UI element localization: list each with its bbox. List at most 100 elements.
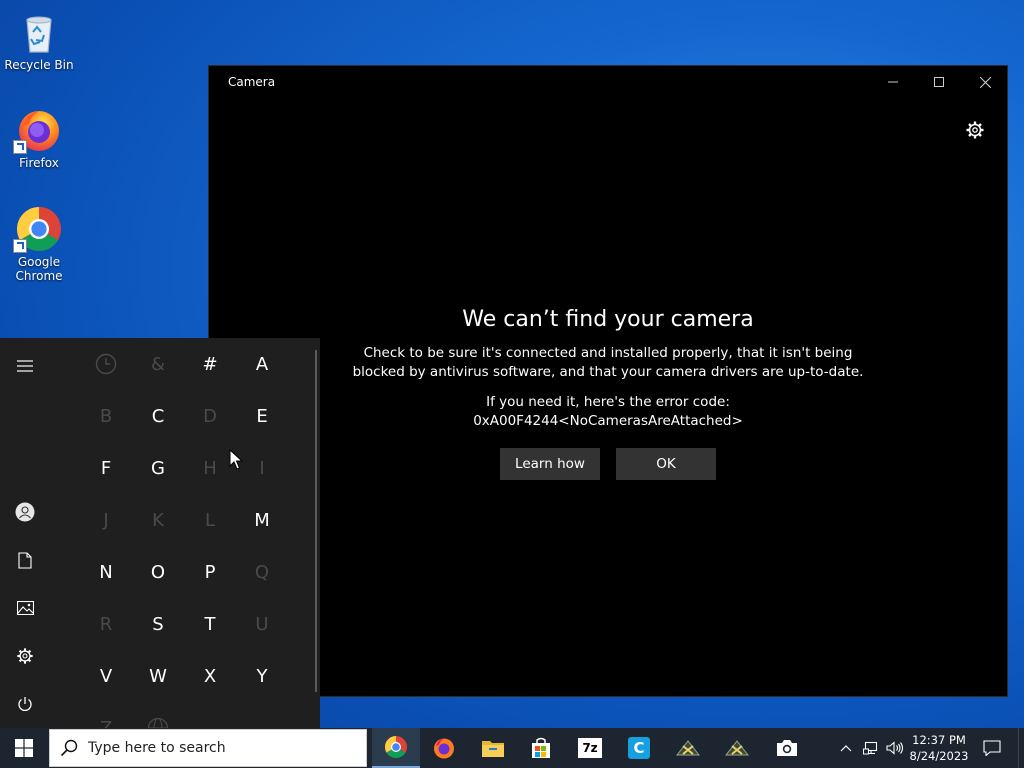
show-desktop-button[interactable] bbox=[1018, 728, 1024, 768]
letter-tile: J bbox=[103, 509, 109, 531]
letter-tile[interactable]: P bbox=[184, 546, 236, 598]
error-intro: If you need it, here's the error code: bbox=[486, 394, 730, 410]
taskbar-store-button[interactable] bbox=[517, 728, 565, 768]
camera-window: Camera We can’t find your camera Check t… bbox=[208, 65, 1008, 697]
chevron-up-icon bbox=[840, 745, 852, 752]
letter-tile: & bbox=[150, 353, 166, 375]
maximize-icon bbox=[934, 77, 944, 87]
firefox-icon bbox=[434, 738, 454, 759]
letter-tile[interactable]: A bbox=[236, 338, 288, 390]
letter-tile: U bbox=[255, 613, 269, 635]
hamburger-icon bbox=[17, 360, 33, 372]
start-rail bbox=[0, 338, 50, 728]
document-icon bbox=[18, 551, 32, 569]
ccleaner-icon: C bbox=[628, 737, 650, 759]
clock-icon bbox=[95, 353, 117, 375]
letter-tile[interactable]: X bbox=[184, 650, 236, 702]
search-icon bbox=[60, 739, 78, 757]
minimize-button[interactable] bbox=[870, 66, 916, 98]
power-icon bbox=[18, 697, 32, 711]
taskbar-chrome-button[interactable] bbox=[372, 728, 420, 768]
scrollbar[interactable] bbox=[315, 350, 317, 692]
desktop-icon-label: Google Chrome bbox=[15, 255, 63, 283]
desktop-icon-google-chrome[interactable]: Google Chrome bbox=[3, 205, 75, 283]
letter-tile-other bbox=[132, 702, 184, 728]
letter-tile: D bbox=[203, 405, 217, 427]
window-title: Camera bbox=[228, 75, 276, 89]
taskbar-7zip-button[interactable]: 7z bbox=[566, 728, 614, 768]
notifications-button[interactable] bbox=[978, 728, 1006, 768]
desktop-icon-firefox[interactable]: Firefox bbox=[3, 106, 75, 170]
user-account-button[interactable] bbox=[0, 492, 50, 532]
taskbar-ccleaner-button[interactable]: C bbox=[615, 728, 663, 768]
letter-tile[interactable]: M bbox=[236, 494, 288, 546]
7zip-label: 7z bbox=[582, 741, 598, 755]
taskbar-camera-button[interactable] bbox=[763, 728, 811, 768]
taskbar-firefox-button[interactable] bbox=[420, 728, 468, 768]
title-bar[interactable]: Camera bbox=[209, 66, 1007, 98]
letter-tile[interactable]: S bbox=[132, 598, 184, 650]
letter-tile: R bbox=[99, 613, 113, 635]
network-button[interactable] bbox=[860, 728, 882, 768]
error-code: 0xA00F4244<NoCamerasAreAttached> bbox=[473, 413, 743, 429]
ok-button[interactable]: OK bbox=[616, 448, 716, 480]
7zip-icon: 7z bbox=[578, 738, 602, 758]
file-explorer-icon bbox=[482, 741, 504, 757]
taskbar: Type here to search 7z C 12:37 PM 8/24/2… bbox=[0, 728, 1024, 768]
camera-error-panel: We can’t find your camera Check to be su… bbox=[209, 304, 1007, 480]
clock-date: 8/24/2023 bbox=[909, 749, 969, 763]
expand-menu-button[interactable] bbox=[0, 346, 50, 386]
letter-tile[interactable]: # bbox=[184, 338, 236, 390]
minimize-icon bbox=[888, 81, 898, 83]
power-button[interactable] bbox=[0, 684, 50, 724]
desktop: Recycle Bin Firefox Google Chrome Camera… bbox=[0, 0, 1024, 768]
maximize-button[interactable] bbox=[916, 66, 962, 98]
show-hidden-icons-button[interactable] bbox=[836, 728, 856, 768]
gear-icon bbox=[966, 121, 984, 139]
letter-tile[interactable]: C bbox=[132, 390, 184, 442]
start-button[interactable] bbox=[0, 728, 48, 768]
letter-tile: K bbox=[152, 509, 164, 531]
pictures-button[interactable] bbox=[0, 588, 50, 628]
learn-how-button[interactable]: Learn how bbox=[500, 448, 600, 480]
search-placeholder: Type here to search bbox=[88, 740, 226, 756]
chrome-icon bbox=[385, 736, 407, 758]
letter-tile[interactable]: G bbox=[132, 442, 184, 494]
volume-button[interactable] bbox=[884, 728, 906, 768]
notification-icon bbox=[983, 740, 1001, 756]
start-menu: & # A B C D E F G H I J K L M N O P Q R S T U V W X Y Z bbox=[0, 338, 320, 728]
taskbar-app-button[interactable] bbox=[664, 728, 712, 768]
search-box[interactable]: Type here to search bbox=[49, 729, 367, 767]
settings-button[interactable] bbox=[0, 636, 50, 676]
gear-icon bbox=[17, 648, 33, 664]
taskbar-app-button[interactable] bbox=[713, 728, 761, 768]
letter-tile: Z bbox=[99, 717, 113, 729]
letter-tile[interactable]: O bbox=[132, 546, 184, 598]
app-icon bbox=[676, 740, 700, 756]
taskbar-file-explorer-button[interactable] bbox=[469, 728, 517, 768]
letter-tile[interactable]: V bbox=[80, 650, 132, 702]
letter-tile[interactable]: E bbox=[236, 390, 288, 442]
letter-tile: Q bbox=[254, 561, 270, 583]
desktop-icon-recycle-bin[interactable]: Recycle Bin bbox=[3, 8, 75, 72]
windows-logo-icon bbox=[15, 739, 33, 757]
recycle-bin-icon bbox=[15, 8, 63, 56]
documents-button[interactable] bbox=[0, 540, 50, 580]
error-code-block: If you need it, here's the error code: 0… bbox=[209, 393, 1007, 431]
letter-tile[interactable]: F bbox=[80, 442, 132, 494]
letter-tile: I bbox=[259, 457, 265, 479]
letter-tile-recent bbox=[80, 338, 132, 390]
shortcut-arrow-icon bbox=[13, 239, 27, 253]
letter-tile[interactable]: N bbox=[80, 546, 132, 598]
button-row: Learn how OK bbox=[209, 448, 1007, 480]
camera-icon bbox=[777, 740, 797, 756]
desktop-icon-label: Recycle Bin bbox=[4, 58, 74, 72]
letter-tile[interactable]: Y bbox=[236, 650, 288, 702]
volume-icon bbox=[886, 741, 904, 755]
close-icon bbox=[979, 76, 991, 88]
settings-button[interactable] bbox=[965, 120, 985, 140]
letter-tile[interactable]: W bbox=[132, 650, 184, 702]
letter-tile[interactable]: T bbox=[184, 598, 236, 650]
clock[interactable]: 12:37 PM 8/24/2023 bbox=[908, 732, 970, 764]
close-button[interactable] bbox=[962, 66, 1008, 98]
